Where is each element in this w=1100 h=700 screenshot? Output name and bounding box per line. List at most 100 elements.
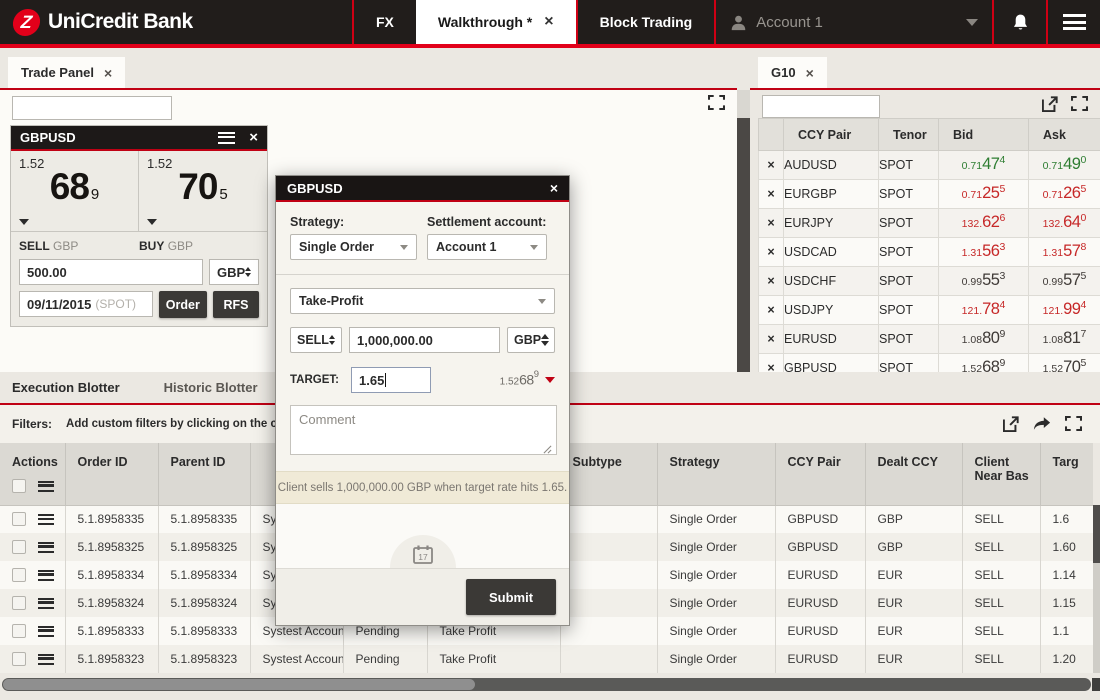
calendar-bump[interactable]: 17 <box>390 535 456 568</box>
chevron-down-icon[interactable] <box>19 219 29 225</box>
tab-execution-blotter[interactable]: Execution Blotter <box>12 380 120 395</box>
settlement-account-select[interactable]: Account 1 <box>427 234 547 260</box>
row-menu-icon[interactable] <box>38 514 54 525</box>
column-header-client-near[interactable]: Client Near Bas <box>962 443 1040 505</box>
remove-row-icon[interactable]: × <box>759 267 784 296</box>
scrollbar-thumb[interactable] <box>3 679 475 690</box>
quote-ask[interactable]: 1.08817 <box>1029 325 1100 354</box>
pop-out-button[interactable] <box>1042 96 1058 112</box>
column-header-order-id[interactable]: Order ID <box>65 443 158 505</box>
order-button[interactable]: Order <box>159 291 207 318</box>
quote-bid[interactable]: 0.71474 <box>939 151 1029 180</box>
blotter-row[interactable]: 5.1.89583235.1.8958323Systest Account 1P… <box>0 645 1093 673</box>
row-checkbox[interactable] <box>12 540 26 554</box>
tab-trade-panel[interactable]: Trade Panel × <box>8 57 125 88</box>
remove-row-icon[interactable]: × <box>759 180 784 209</box>
menu-icon[interactable] <box>38 481 54 492</box>
horizontal-scrollbar[interactable] <box>2 678 1091 691</box>
chevron-down-icon[interactable] <box>147 219 157 225</box>
select-all-checkbox[interactable] <box>12 479 26 493</box>
close-icon[interactable]: × <box>104 65 112 81</box>
row-checkbox[interactable] <box>12 512 26 526</box>
row-checkbox[interactable] <box>12 596 26 610</box>
remove-row-icon[interactable]: × <box>759 238 784 267</box>
quote-ask[interactable]: 121.994 <box>1029 296 1100 325</box>
row-checkbox[interactable] <box>12 624 26 638</box>
row-menu-icon[interactable] <box>38 654 54 665</box>
search-input[interactable] <box>763 96 879 117</box>
main-menu-button[interactable] <box>1048 0 1100 44</box>
close-icon[interactable]: × <box>544 14 553 30</box>
quote-bid[interactable]: 0.71255 <box>939 180 1029 209</box>
quote-ask[interactable]: 0.99575 <box>1029 267 1100 296</box>
column-header-actions[interactable]: Actions <box>0 443 65 505</box>
fullscreen-button[interactable] <box>708 95 725 110</box>
quote-row[interactable]: ×USDCADSPOT1.315631.31578 <box>759 238 1100 267</box>
order-type-select[interactable]: Take-Profit <box>290 288 555 314</box>
quote-ask[interactable]: 0.71490 <box>1029 151 1100 180</box>
dialog-header[interactable]: GBPUSD × <box>276 176 569 202</box>
menu-icon[interactable] <box>218 132 235 144</box>
close-icon[interactable]: × <box>806 65 814 81</box>
price-widget-header[interactable]: GBPUSD × <box>11 126 267 151</box>
fullscreen-button[interactable] <box>1071 96 1088 112</box>
quote-bid[interactable]: 121.784 <box>939 296 1029 325</box>
tab-g10[interactable]: G10 × <box>758 57 827 88</box>
submit-button[interactable]: Submit <box>466 579 556 615</box>
quote-bid[interactable]: 132.626 <box>939 209 1029 238</box>
quote-ask[interactable]: 1.31578 <box>1029 238 1100 267</box>
side-stepper[interactable]: SELL <box>290 327 342 353</box>
quote-ask[interactable]: 1.52705 <box>1029 354 1100 373</box>
tab-fx[interactable]: FX <box>354 0 416 44</box>
tab-block-trading[interactable]: Block Trading <box>578 0 715 44</box>
column-header-tenor[interactable]: Tenor <box>879 119 939 151</box>
remove-row-icon[interactable]: × <box>759 151 784 180</box>
comment-textarea[interactable] <box>290 405 557 455</box>
close-icon[interactable]: × <box>249 130 258 145</box>
ask-tile[interactable]: 1.52 705 <box>139 151 267 231</box>
remove-row-icon[interactable]: × <box>759 354 784 373</box>
column-header-ccy-pair[interactable]: CCY Pair <box>775 443 865 505</box>
quote-bid[interactable]: 1.31563 <box>939 238 1029 267</box>
currency-stepper[interactable]: GBP <box>209 259 259 285</box>
remove-row-icon[interactable]: × <box>759 296 784 325</box>
quote-ask[interactable]: 0.71265 <box>1029 180 1100 209</box>
column-header-subtype[interactable]: Subtype <box>560 443 657 505</box>
order-amount-field[interactable]: 1,000,000.00 <box>349 327 500 353</box>
target-rate-input[interactable]: 1.65 <box>351 367 431 393</box>
quote-ask[interactable]: 132.640 <box>1029 209 1100 238</box>
quote-bid[interactable]: 0.99553 <box>939 267 1029 296</box>
remove-row-icon[interactable]: × <box>759 325 784 354</box>
column-header-dealt-ccy[interactable]: Dealt CCY <box>865 443 962 505</box>
close-icon[interactable]: × <box>550 181 558 195</box>
tab-walkthrough[interactable]: Walkthrough * × <box>416 0 576 44</box>
order-ccy-stepper[interactable]: GBP <box>507 327 555 353</box>
row-menu-icon[interactable] <box>38 570 54 581</box>
current-rate[interactable]: 1.52689 <box>500 370 555 389</box>
remove-row-icon[interactable]: × <box>759 209 784 238</box>
vertical-scrollbar[interactable] <box>1093 505 1100 673</box>
column-header-bid[interactable]: Bid <box>939 119 1029 151</box>
quote-row[interactable]: ×EURUSDSPOT1.088091.08817 <box>759 325 1100 354</box>
account-selector[interactable]: Account 1 <box>716 0 992 44</box>
column-header-target[interactable]: Targ <box>1040 443 1093 505</box>
row-menu-icon[interactable] <box>38 598 54 609</box>
column-header-ccy-pair[interactable]: CCY Pair <box>784 119 879 151</box>
bid-tile[interactable]: 1.52 689 <box>11 151 139 231</box>
row-menu-icon[interactable] <box>38 542 54 553</box>
vertical-scrollbar[interactable] <box>737 90 750 372</box>
row-menu-icon[interactable] <box>38 626 54 637</box>
scrollbar-thumb[interactable] <box>737 118 750 372</box>
scrollbar-thumb[interactable] <box>1093 505 1100 563</box>
tab-historic-blotter[interactable]: Historic Blotter <box>164 380 258 395</box>
share-button[interactable] <box>1033 416 1051 432</box>
quote-row[interactable]: ×EURJPYSPOT132.626132.640 <box>759 209 1100 238</box>
fullscreen-button[interactable] <box>1065 416 1082 432</box>
value-date-field[interactable]: 09/11/2015 (SPOT) <box>19 291 153 317</box>
quote-bid[interactable]: 1.52689 <box>939 354 1029 373</box>
quote-row[interactable]: ×USDJPYSPOT121.784121.994 <box>759 296 1100 325</box>
resize-handle-icon[interactable] <box>543 445 552 454</box>
quote-row[interactable]: ×USDCHFSPOT0.995530.99575 <box>759 267 1100 296</box>
amount-input[interactable] <box>27 265 195 280</box>
pop-out-button[interactable] <box>1003 416 1019 432</box>
